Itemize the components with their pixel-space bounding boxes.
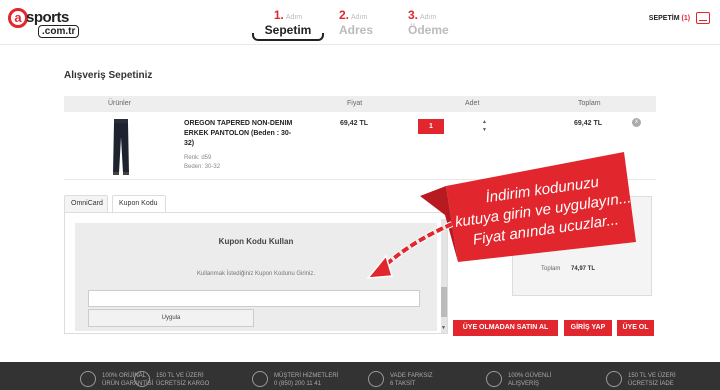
header: a sports .com.tr 1. Adım Sepetim 2. Adım A…: [0, 0, 720, 45]
step-number: 3.: [408, 8, 419, 22]
cart-table: Ürünler Fiyat Adet Toplam OREGON TAPERED…: [64, 96, 656, 180]
step-payment: 3. Adım Ödeme: [408, 6, 454, 40]
guest-checkout-button[interactable]: ÜYE OLMADAN SATIN AL: [453, 320, 558, 336]
footer-text: 150 TL VE ÜZERİ ÜCRETSİZ İADE: [628, 373, 676, 387]
logo-domain: .com.tr: [38, 25, 80, 38]
logo-brand: sports: [26, 9, 69, 26]
step-name: Adres: [339, 23, 374, 37]
col-total: Toplam: [578, 100, 601, 107]
tab-coupon[interactable]: Kupon Kodu: [112, 195, 166, 213]
quantity-stepper[interactable]: ▲ ▼: [482, 118, 487, 134]
register-button[interactable]: ÜYE OL: [617, 320, 654, 336]
coupon-input[interactable]: [88, 290, 420, 307]
footer-text: VADE FARKSIZ 6 TAKSİT: [390, 373, 433, 387]
product-image[interactable]: [108, 119, 134, 175]
panel-scrollbar[interactable]: [441, 219, 447, 333]
tab-omnicard[interactable]: OmniCard: [64, 195, 108, 213]
apply-coupon-button[interactable]: Uygula: [88, 309, 254, 327]
step-adim: Adım: [285, 14, 303, 21]
lock-icon: [486, 371, 502, 387]
logo-letter: a: [8, 8, 28, 28]
step-number: 1.: [273, 8, 284, 22]
item-total: 69,42 TL: [574, 120, 603, 127]
remove-item-icon[interactable]: x: [632, 118, 641, 127]
col-qty: Adet: [465, 100, 480, 107]
cart-link[interactable]: SEPETİM (1): [649, 12, 710, 24]
product-color: Renk: d59: [184, 155, 212, 161]
summary-total-label: Toplam: [541, 266, 561, 272]
col-price: Fiyat: [347, 100, 363, 107]
footer-text: 100% GÜVENLİ ALIŞVERİŞ: [508, 373, 552, 387]
table-header: Ürünler Fiyat Adet Toplam: [64, 96, 656, 112]
free-shipping-icon: [134, 371, 150, 387]
coupon-box: Kupon Kodu Kullan Kullanmak İstediğiniz …: [75, 223, 437, 331]
cart-count: (1): [681, 14, 691, 22]
free-return-icon: [606, 371, 622, 387]
footer-text: 150 TL VE ÜZERİ ÜCRETSİZ KARGO: [156, 373, 210, 387]
scroll-down-icon[interactable]: ▼: [441, 325, 446, 331]
cart-icon: [696, 12, 710, 24]
table-row: OREGON TAPERED NON-DENIM ERKEK PANTOLON …: [64, 112, 656, 180]
step-name: Sepetim: [264, 23, 312, 37]
installment-icon: [368, 371, 384, 387]
cart-label: SEPETİM: [648, 14, 680, 22]
quantity-field[interactable]: 1: [418, 119, 444, 134]
chevron-up-icon[interactable]: ▲: [482, 118, 487, 126]
checkout-steps: 1. Adım Sepetim 2. Adım Adres 3. Adım Ödeme: [250, 6, 470, 41]
step-number: 2.: [339, 8, 350, 22]
step-name: Ödeme: [408, 23, 449, 37]
summary-total-value: 74,97 TL: [571, 266, 596, 272]
coupon-description: Kullanmak İstediğiniz Kupon Kodunu Girin…: [196, 271, 316, 277]
site-logo[interactable]: a sports .com.tr: [8, 8, 80, 38]
product-meta: Renk: d59 Beden: 30-32: [184, 154, 220, 172]
order-summary: Toplam 74,97 TL: [512, 196, 652, 296]
item-price: 69,42 TL: [340, 120, 369, 127]
coupon-panel: Kupon Kodu Kullan Kullanmak İstediğiniz …: [64, 212, 448, 334]
step-adim: Adım: [351, 14, 368, 21]
page-title: Alışveriş Sepetiniz: [64, 70, 153, 81]
scrollbar-thumb[interactable]: [441, 287, 447, 317]
headset-icon: [252, 371, 268, 387]
col-products: Ürünler: [108, 100, 131, 107]
original-product-icon: [80, 371, 96, 387]
step-cart[interactable]: 1. Adım Sepetim: [252, 6, 324, 41]
product-size: Beden: 30-32: [184, 164, 221, 170]
coupon-title: Kupon Kodu Kullan: [218, 237, 294, 246]
page: a sports .com.tr 1. Adım Sepetim 2. Adım A…: [0, 0, 720, 390]
product-name[interactable]: OREGON TAPERED NON-DENIM ERKEK PANTOLON …: [184, 119, 294, 149]
login-button[interactable]: GİRİŞ YAP: [564, 320, 612, 336]
footer: 100% ORİJİNAL ÜRÜN GARANTİSİ 150 TL VE ÜZ…: [0, 362, 720, 390]
step-address: 2. Adım Adres: [339, 6, 379, 40]
footer-text: MÜŞTERİ HİZMETLERİ 0 (850) 200 11 41: [274, 373, 339, 387]
chevron-down-icon[interactable]: ▼: [482, 126, 487, 134]
step-adim: Adım: [420, 14, 437, 21]
